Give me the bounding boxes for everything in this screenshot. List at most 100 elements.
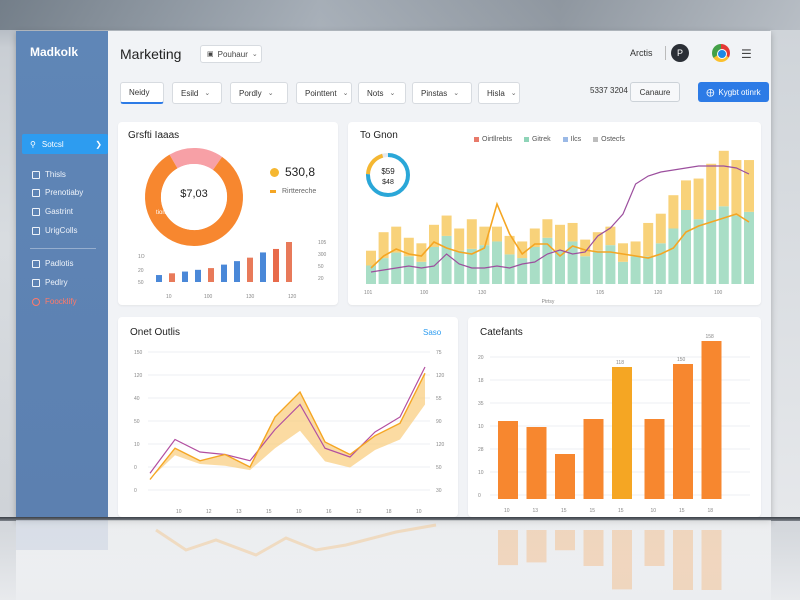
x-tick-label: 15 (266, 509, 272, 515)
x-tick-label: 120 (654, 290, 663, 296)
filter-3[interactable]: Pordly ⌄ (230, 82, 288, 104)
bar-segment (681, 180, 691, 210)
main-content: Marketing ▣ Pouhaur ⌄ Arctis P ☰ Neidy E… (108, 31, 771, 520)
bar-segment (366, 250, 376, 266)
filter-label: Hisla (487, 88, 505, 98)
bar-segment (668, 195, 679, 229)
filter-5[interactable]: Nots ⌄ (358, 82, 406, 104)
x-tick-label: 15 (618, 508, 624, 514)
settings-icon (32, 297, 40, 306)
legend-swatch (270, 190, 276, 193)
sidebar-item-6[interactable]: Pedlry (32, 278, 68, 287)
reflection-bar (612, 530, 632, 590)
sidebar-item-label: Gastrint (45, 207, 74, 216)
bar-segment (630, 256, 641, 284)
bar (612, 367, 632, 499)
bar (195, 269, 201, 282)
chevron-down-icon: ⌄ (204, 90, 211, 97)
sidebar-item-5[interactable]: Padlotis (32, 259, 73, 268)
date-range[interactable]: 5337 3204 (590, 86, 628, 95)
bar-segment (630, 241, 641, 257)
bar-segment (655, 213, 666, 244)
filter-2[interactable]: Esild ⌄ (172, 82, 222, 104)
trend-lines (370, 165, 750, 273)
bar-segment (693, 219, 704, 284)
y-tick-label-right: 50 (436, 465, 442, 471)
onet-area (149, 366, 426, 480)
sidebar-item-label: UrigColls (45, 226, 78, 235)
growth-card: Grsfti Iaaas $7,03 tion 105 300 50 20 10 100 1… (118, 122, 338, 305)
x-tick-label: 12 (356, 509, 362, 515)
gauge-subvalue: $48 (382, 179, 394, 186)
reflection-bar (701, 530, 722, 590)
reflection-bar (526, 530, 547, 563)
bar-segment (479, 245, 490, 284)
filter-label: Pinstas (421, 88, 448, 98)
bar (286, 242, 292, 282)
x-tick-label: 101 (364, 290, 373, 296)
y-tick-label-left: 50 (134, 419, 140, 425)
filter-1[interactable]: Neidy (120, 82, 164, 104)
desk-reflection (16, 520, 771, 600)
y-tick-label: 20 (318, 276, 324, 282)
sidebar-divider (30, 248, 96, 249)
bar-segment (441, 235, 452, 284)
x-tick-label: 130 (478, 290, 487, 296)
bar-segment (504, 254, 515, 284)
bar (182, 271, 188, 282)
reflection-svg (16, 520, 722, 590)
y-tick-label: 20 (138, 268, 144, 274)
x-tick-label: 15 (590, 508, 596, 514)
data-label: 150 (677, 357, 686, 363)
y-tick-label-right: 30 (436, 488, 442, 494)
sidebar-item-3[interactable]: Gastrint (32, 207, 73, 216)
compare-button[interactable]: Canaure (630, 82, 680, 102)
x-tick-label: 100 (420, 290, 429, 296)
y-tick-label-right: 120 (436, 373, 445, 379)
bar-segment (517, 258, 528, 284)
bar (526, 427, 547, 499)
grid-icon (32, 207, 40, 216)
bar-segment (655, 243, 666, 284)
sidebar-item-1[interactable]: Thisls (32, 170, 66, 179)
reflection-bar (555, 530, 575, 551)
sidebar-item-4[interactable]: UrigColls (32, 226, 77, 235)
chevron-down-icon: ⌄ (510, 90, 517, 97)
sidebar-item-2[interactable]: Prenotiaby (32, 188, 83, 197)
bar-segment (542, 219, 553, 238)
bar (583, 419, 604, 499)
workspace-name[interactable]: Arctis (630, 48, 653, 58)
bar (208, 268, 214, 282)
bar-segment (466, 219, 477, 249)
avatar[interactable]: P (671, 44, 689, 62)
bar-segment (592, 250, 603, 284)
x-tick-label: 10 (166, 294, 172, 300)
bar-segment (643, 256, 654, 284)
create-button-label: Kygbt otinrk (718, 87, 761, 97)
bar-segment (529, 247, 540, 284)
sidebar-item-label: Prenotiaby (45, 188, 84, 197)
sidebar-item-label: Padlotis (45, 259, 74, 268)
donut-slice-label: tion (156, 210, 166, 216)
gauge-value: $59 (381, 167, 395, 176)
bar-segment (605, 226, 616, 246)
brand-logo[interactable]: Madkolk (30, 45, 78, 59)
hamburger-menu-icon[interactable]: ☰ (741, 47, 752, 61)
bar-segment (454, 250, 465, 284)
sidebar-search[interactable]: ⚲ Sotcsl ❯ (22, 134, 108, 154)
bar-segment (718, 150, 729, 207)
filter-4[interactable]: Pointtent ⌄ (296, 82, 352, 104)
sidebar-item-7[interactable]: Foocklify (32, 297, 77, 306)
view-select[interactable]: ▣ Pouhaur ⌄ (200, 45, 262, 63)
trend-card: To Gnon Oirtllrebts Gitrek Ilcs Ostecfs … (348, 122, 761, 305)
growth-ticks: 105 300 50 20 10 100 130 120 1O 20 50 (138, 240, 327, 300)
reflection-bar (644, 530, 665, 566)
reflection-bar (498, 530, 518, 566)
filter-6[interactable]: Pinstas ⌄ (412, 82, 472, 104)
filter-7[interactable]: Hisla ⌄ (478, 82, 520, 104)
bar (555, 454, 575, 499)
growth-stat-sub: Rirttereche (270, 188, 316, 195)
stat-dot-icon (270, 167, 279, 177)
browser-app-icon[interactable] (712, 44, 730, 62)
create-button[interactable]: ⨁ Kygbt otinrk (698, 82, 769, 102)
